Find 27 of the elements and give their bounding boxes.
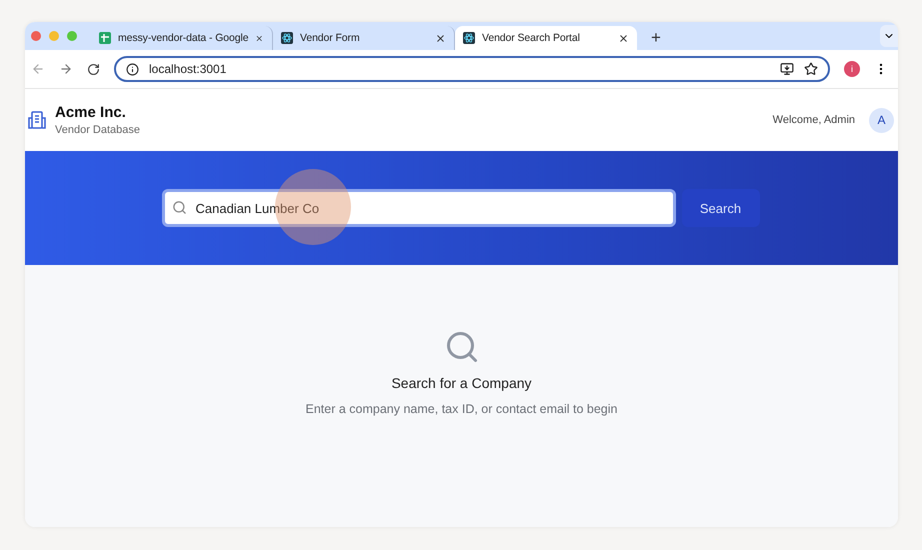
install-icon[interactable] — [780, 62, 794, 76]
atom-icon — [281, 32, 293, 44]
empty-state-title: Search for a Company — [391, 375, 532, 391]
atom-icon — [463, 32, 475, 44]
reload-icon[interactable] — [87, 62, 100, 76]
close-icon[interactable] — [618, 32, 629, 44]
close-icon[interactable] — [435, 32, 446, 44]
forward-icon[interactable] — [59, 62, 73, 76]
empty-state-message: Enter a company name, tax ID, or contact email to begin — [306, 402, 618, 416]
profile-avatar[interactable]: i — [844, 61, 860, 77]
chevron-down-icon[interactable] — [880, 25, 898, 47]
info-icon[interactable] — [126, 62, 139, 76]
browser-tab[interactable]: messy-vendor-data - Google — [91, 26, 273, 50]
building-icon — [27, 110, 47, 130]
browser-tab[interactable]: Vendor Search Portal — [455, 26, 637, 50]
user-avatar[interactable]: A — [869, 108, 894, 132]
window-close-button[interactable] — [31, 31, 41, 41]
sheets-icon — [99, 32, 111, 44]
address-bar[interactable]: localhost:3001 — [114, 56, 830, 82]
welcome-text: Welcome, Admin — [772, 114, 855, 126]
search-button[interactable]: Search — [682, 189, 760, 227]
search-field[interactable]: Canadian Lumber Co — [162, 189, 676, 227]
new-tab-button[interactable]: + — [645, 26, 667, 50]
browser-tab[interactable]: Vendor Form — [273, 26, 455, 50]
bookmark-star-icon[interactable] — [804, 62, 818, 76]
company-name: Acme Inc. — [55, 104, 127, 121]
app-subtitle: Vendor Database — [55, 124, 142, 136]
